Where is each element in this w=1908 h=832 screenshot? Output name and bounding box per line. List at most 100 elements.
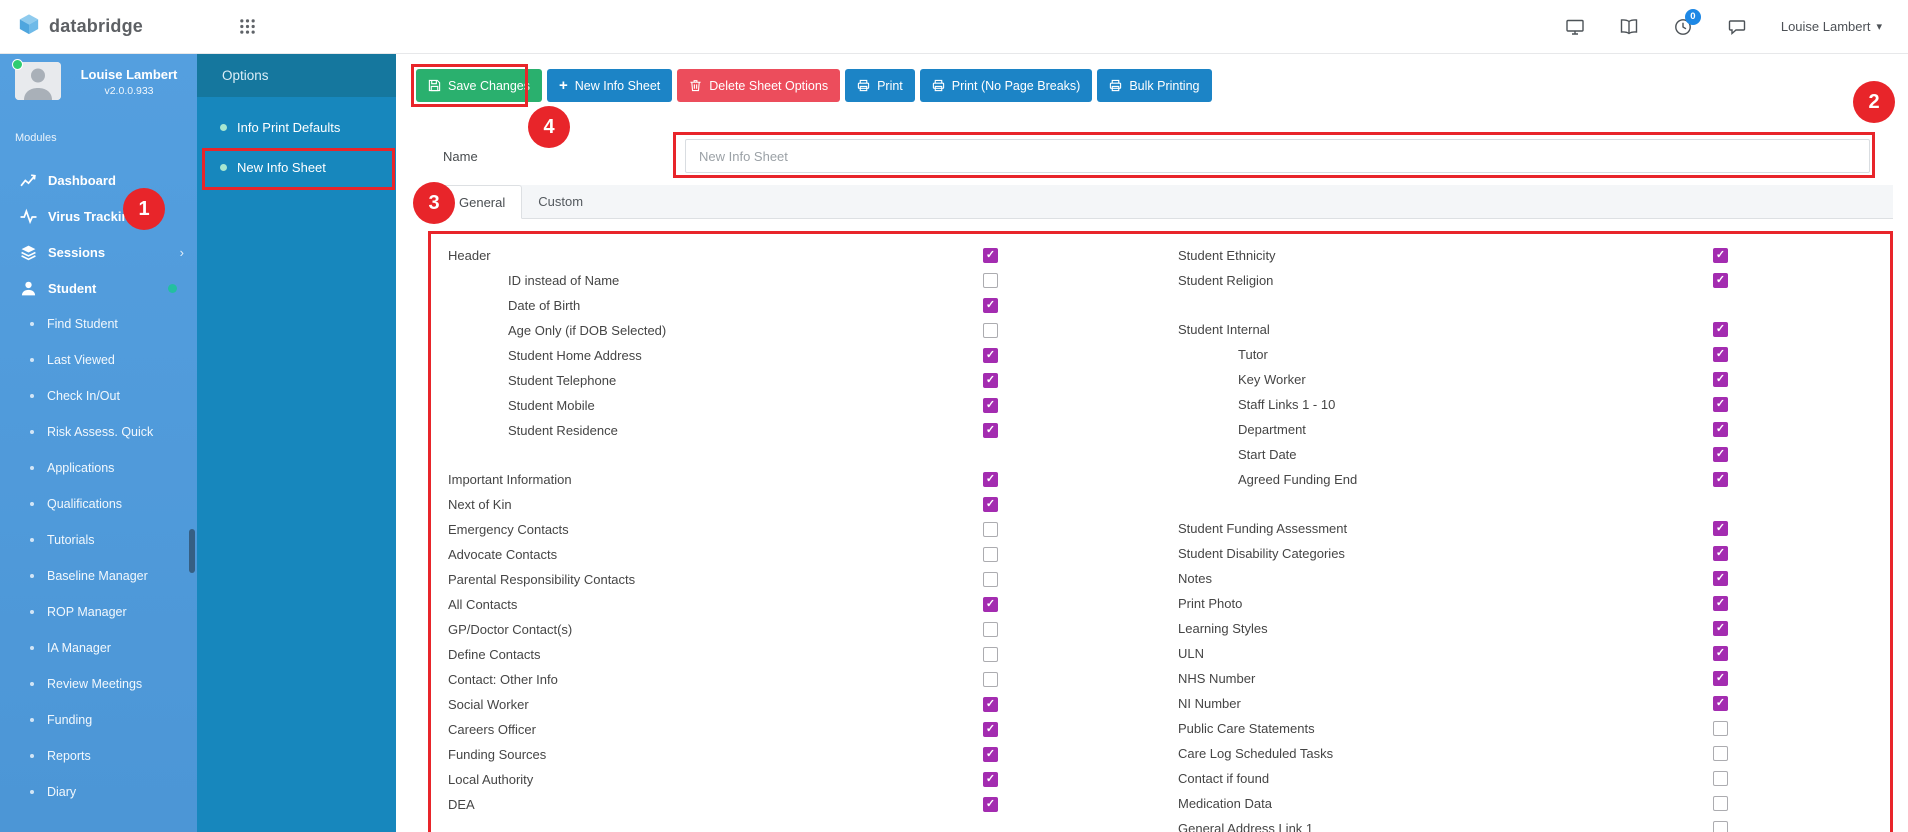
checkbox-student-internal[interactable] <box>1713 322 1728 337</box>
checkbox-careers-officer[interactable] <box>983 722 998 737</box>
sidebar-item-review-meetings[interactable]: Review Meetings <box>0 666 197 702</box>
checkbox-parental-responsibility-contacts[interactable] <box>983 572 998 587</box>
checkbox-student-religion[interactable] <box>1713 273 1728 288</box>
checkbox-student-ethnicity[interactable] <box>1713 248 1728 263</box>
sidebar-user-name: Louise Lambert <box>80 67 178 82</box>
book-icon[interactable] <box>1619 17 1639 37</box>
print-no-page-breaks-button[interactable]: Print (No Page Breaks) <box>919 69 1093 102</box>
sidebar-item-reports[interactable]: Reports <box>0 738 197 774</box>
sidebar-item-ia-manager[interactable]: IA Manager <box>0 630 197 666</box>
sidebar-item-check-in-out[interactable]: Check In/Out <box>0 378 197 414</box>
checkbox-advocate-contacts[interactable] <box>983 547 998 562</box>
checkbox-row-parental-responsibility-contacts: Parental Responsibility Contacts <box>448 567 998 592</box>
checkbox-contact-other-info[interactable] <box>983 672 998 687</box>
checkbox-notes[interactable] <box>1713 571 1728 586</box>
app-version: v2.0.0.933 <box>104 85 154 97</box>
sidebar-item-funding[interactable]: Funding <box>0 702 197 738</box>
checkbox-tutor[interactable] <box>1713 347 1728 362</box>
checkbox-id-instead-of-name[interactable] <box>983 273 998 288</box>
checkbox-department[interactable] <box>1713 422 1728 437</box>
checkbox-label: Define Contacts <box>448 647 541 662</box>
sidebar-item-dashboard[interactable]: Dashboard <box>0 162 197 198</box>
checkbox-label: Contact: Other Info <box>448 672 558 687</box>
save-changes-label: Save Changes <box>448 78 531 93</box>
sidebar: Louise Lambert v2.0.0.933 Modules Dashbo… <box>0 54 197 832</box>
sidebar-item-risk-assess-quick[interactable]: Risk Assess. Quick <box>0 414 197 450</box>
sheet-name-input[interactable] <box>685 139 1870 173</box>
checkbox-key-worker[interactable] <box>1713 372 1728 387</box>
bulk-printing-button[interactable]: Bulk Printing <box>1097 69 1212 102</box>
checkbox-uln[interactable] <box>1713 646 1728 661</box>
caret-down-icon: ▾ <box>1876 21 1882 33</box>
checkbox-print-photo[interactable] <box>1713 596 1728 611</box>
options-item-new-info-sheet[interactable]: New Info Sheet <box>197 147 396 187</box>
sidebar-item-last-viewed[interactable]: Last Viewed <box>0 342 197 378</box>
print-button[interactable]: Print <box>845 69 915 102</box>
display-icon[interactable] <box>1565 17 1585 37</box>
checkbox-dea[interactable] <box>983 797 998 812</box>
checkbox-start-date[interactable] <box>1713 447 1728 462</box>
sidebar-item-label: Tutorials <box>47 533 95 547</box>
checkbox-public-care-statements[interactable] <box>1713 721 1728 736</box>
checkbox-learning-styles[interactable] <box>1713 621 1728 636</box>
checkbox-label: Student Internal <box>1178 322 1270 337</box>
sidebar-item-baseline-manager[interactable]: Baseline Manager <box>0 558 197 594</box>
checkbox-nhs-number[interactable] <box>1713 671 1728 686</box>
new-info-sheet-button[interactable]: + New Info Sheet <box>547 69 673 102</box>
checkbox-medication-data[interactable] <box>1713 796 1728 811</box>
sidebar-item-qualifications[interactable]: Qualifications <box>0 486 197 522</box>
save-changes-button[interactable]: Save Changes <box>416 69 543 102</box>
checkbox-label: NHS Number <box>1178 671 1256 686</box>
sidebar-item-rop-manager[interactable]: ROP Manager <box>0 594 197 630</box>
checkbox-agreed-funding-end[interactable] <box>1713 472 1728 487</box>
user-menu[interactable]: Louise Lambert ▾ <box>1781 19 1882 34</box>
checkbox-student-residence[interactable] <box>983 423 998 438</box>
sidebar-item-label: Virus Tracking <box>48 208 138 224</box>
checkbox-student-funding-assessment[interactable] <box>1713 521 1728 536</box>
sidebar-item-find-student[interactable]: Find Student <box>0 306 197 342</box>
checkbox-contact-if-found[interactable] <box>1713 771 1728 786</box>
sidebar-item-diary[interactable]: Diary <box>0 774 197 810</box>
checkbox-column-right: Student Ethnicity Student Religion Student… <box>1178 243 1728 832</box>
checkbox-header[interactable] <box>983 248 998 263</box>
sidebar-item-student[interactable]: Student <box>0 270 197 306</box>
checkbox-gp-doctor-contact-s[interactable] <box>983 622 998 637</box>
checkbox-row-key-worker: Key Worker <box>1178 367 1728 392</box>
tab-general[interactable]: General <box>442 185 523 219</box>
sidebar-item-sessions[interactable]: Sessions › <box>0 234 197 270</box>
bullet-icon <box>220 123 227 131</box>
checkbox-label: Student Funding Assessment <box>1178 521 1348 536</box>
sidebar-scrollbar[interactable] <box>189 529 195 573</box>
checkbox-student-home-address[interactable] <box>983 348 998 363</box>
sidebar-item-virus-tracking[interactable]: Virus Tracking <box>0 198 197 234</box>
checkbox-care-log-scheduled-tasks[interactable] <box>1713 746 1728 761</box>
checkbox-emergency-contacts[interactable] <box>983 522 998 537</box>
checkbox-funding-sources[interactable] <box>983 747 998 762</box>
checkbox-age-only-if-dob-selected[interactable] <box>983 323 998 338</box>
checkbox-student-telephone[interactable] <box>983 373 998 388</box>
sidebar-user[interactable]: Louise Lambert v2.0.0.933 <box>0 54 197 106</box>
clock-icon[interactable]: 0 <box>1673 8 1701 37</box>
brand[interactable]: databridge <box>18 13 143 40</box>
sidebar-item-tutorials[interactable]: Tutorials <box>0 522 197 558</box>
checkbox-local-authority[interactable] <box>983 772 998 787</box>
checkbox-student-disability-categories[interactable] <box>1713 546 1728 561</box>
checkbox-all-contacts[interactable] <box>983 597 998 612</box>
checkbox-define-contacts[interactable] <box>983 647 998 662</box>
checkbox-row-agreed-funding-end: Agreed Funding End <box>1178 467 1728 492</box>
options-item-info-print-defaults[interactable]: Info Print Defaults <box>197 107 396 147</box>
checkbox-date-of-birth[interactable] <box>983 298 998 313</box>
sidebar-item-applications[interactable]: Applications <box>0 450 197 486</box>
checkbox-general-address-link-1[interactable] <box>1713 821 1728 832</box>
checkbox-staff-links-1-10[interactable] <box>1713 397 1728 412</box>
delete-sheet-options-button[interactable]: Delete Sheet Options <box>677 69 841 102</box>
print-no-page-breaks-label: Print (No Page Breaks) <box>951 78 1081 93</box>
tab-custom[interactable]: Custom <box>522 185 599 218</box>
checkbox-student-mobile[interactable] <box>983 398 998 413</box>
checkbox-next-of-kin[interactable] <box>983 497 998 512</box>
checkbox-social-worker[interactable] <box>983 697 998 712</box>
chat-icon[interactable] <box>1727 17 1747 37</box>
checkbox-ni-number[interactable] <box>1713 696 1728 711</box>
apps-grid-icon[interactable] <box>239 18 256 35</box>
checkbox-important-information[interactable] <box>983 472 998 487</box>
